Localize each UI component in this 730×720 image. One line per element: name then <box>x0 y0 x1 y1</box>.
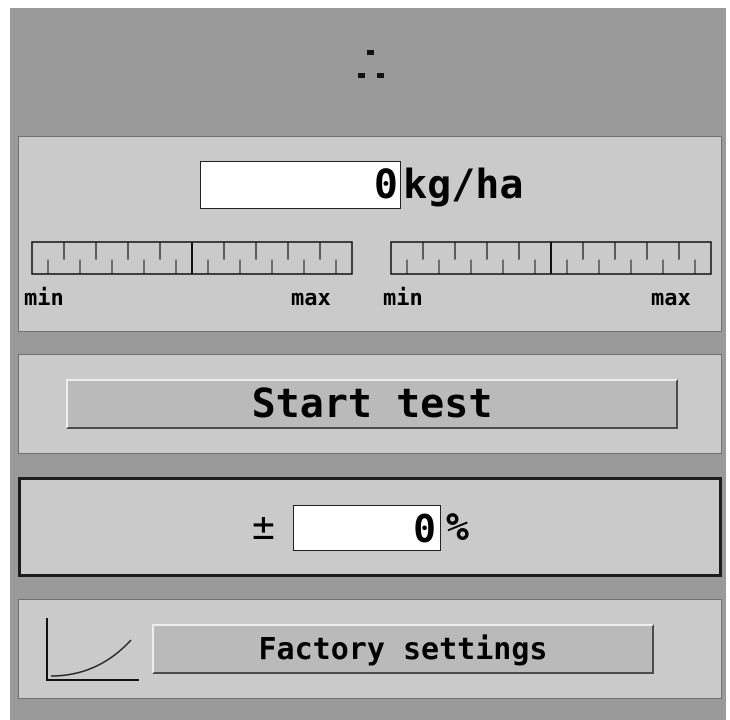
right-level-bar <box>390 241 712 275</box>
correction-value-field[interactable]: 0 <box>293 505 441 551</box>
right-bar-max-label: max <box>651 286 691 311</box>
left-level-bar <box>31 241 353 275</box>
left-bar-min-label: min <box>24 286 64 311</box>
start-test-button[interactable]: Start test <box>66 379 678 429</box>
factory-settings-button[interactable]: Factory settings <box>152 624 654 674</box>
dots-icon <box>358 50 384 78</box>
correction-unit: % <box>446 505 469 549</box>
left-bar-max-label: max <box>291 286 331 311</box>
screen: 0 kg/ha min max min max Start test ± 0 %… <box>10 8 726 720</box>
test-panel: Start test <box>18 354 722 454</box>
correction-panel: ± 0 % <box>18 477 722 577</box>
rate-panel: 0 kg/ha min max min max <box>18 136 722 332</box>
rate-unit: kg/ha <box>403 162 524 208</box>
curve-icon <box>46 618 139 681</box>
rate-value-field[interactable]: 0 <box>200 161 401 209</box>
plus-minus-sign: ± <box>252 504 275 548</box>
right-bar-min-label: min <box>383 286 423 311</box>
footer-panel: Factory settings <box>18 599 722 699</box>
